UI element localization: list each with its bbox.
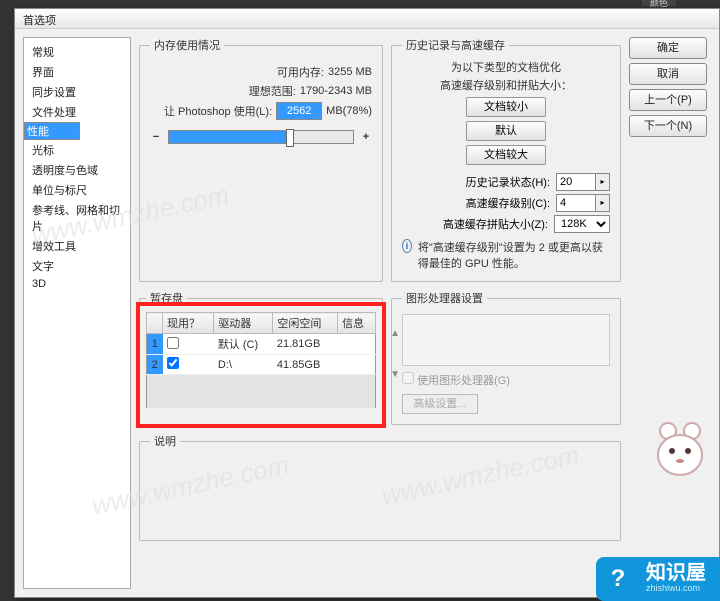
sidebar-item[interactable]: 同步设置 [24,82,130,102]
col-free: 空闲空间 [273,313,338,334]
desc-legend: 说明 [150,433,180,449]
prev-button[interactable]: 上一个(P) [629,89,707,111]
history-states-input[interactable] [556,173,596,191]
sidebar-item[interactable]: 界面 [24,62,130,82]
slider-handle[interactable] [286,129,294,147]
ideal-label: 理想范围: [249,83,296,99]
scratch-disk-group: 暂存盘 现用？ 驱动器 空闲空间 信息 1默认 (C)21.81GB2D:\41… [139,290,383,425]
history-states-label: 历史记录状态(H): [466,174,550,190]
sidebar-item[interactable]: 常规 [24,42,130,62]
ps-use-input[interactable]: 2562 [276,102,322,120]
doc-big-button[interactable]: 文档较大 [466,145,546,165]
col-active: 现用？ [163,313,214,334]
move-up-icon[interactable]: ▲ [390,328,400,339]
badge-icon: ? [596,557,640,601]
mascot-icon [648,417,712,481]
table-row[interactable]: 1默认 (C)21.81GB [147,334,376,355]
col-info: 信息 [338,313,376,334]
cancel-button[interactable]: 取消 [629,63,707,85]
stepper-icon[interactable]: ▸ [596,173,610,191]
cache-tile-label: 高速缓存拼贴大小(Z): [443,216,548,232]
sidebar-item[interactable]: 文件处理 [24,102,130,122]
gpu-info-box [402,314,610,366]
slider-minus[interactable]: − [150,131,162,143]
preferences-dialog: 首选项 常规界面同步设置文件处理性能光标透明度与色域单位与标尺参考线、网格和切片… [14,8,720,598]
site-badge: ? 知识屋zhishiwu.com [596,557,720,601]
cache-note: 将"高速缓存级别"设置为 2 或更高以获得最佳的 GPU 性能。 [418,239,610,271]
ok-button[interactable]: 确定 [629,37,707,59]
history-cache-group: 历史记录与高速缓存 为以下类型的文档优化 高速缓存级别和拼贴大小： 文档较小 默… [391,37,621,282]
sidebar-item[interactable]: 性能 [24,122,80,140]
category-sidebar: 常规界面同步设置文件处理性能光标透明度与色域单位与标尺参考线、网格和切片增效工具… [23,37,131,589]
use-gpu-checkbox [402,372,414,384]
sidebar-item[interactable]: 单位与标尺 [24,180,130,200]
doc-default-button[interactable]: 默认 [466,121,546,141]
sidebar-item[interactable]: 3D [24,276,130,292]
palette-tab[interactable]: 颜色 [642,0,676,6]
optimize-tip1: 为以下类型的文档优化 [402,61,610,75]
memory-slider[interactable] [168,130,354,144]
gpu-advanced-button: 高级设置... [402,394,478,414]
next-button[interactable]: 下一个(N) [629,115,707,137]
cache-levels-input[interactable] [556,194,596,212]
active-checkbox[interactable] [167,357,179,369]
slider-plus[interactable]: + [360,131,372,143]
active-checkbox[interactable] [167,337,179,349]
table-row[interactable]: 2D:\41.85GB [147,355,376,375]
sidebar-item[interactable]: 光标 [24,140,130,160]
col-drive: 驱动器 [214,313,273,334]
sidebar-item[interactable]: 文字 [24,256,130,276]
stepper-icon[interactable]: ▸ [596,194,610,212]
memory-usage-group: 内存使用情况 可用内存: 3255 MB 理想范围: 1790-2343 MB 让 … [139,37,383,282]
description-group: 说明 [139,433,621,541]
available-value: 3255 MB [328,66,372,78]
gpu-settings-group: 图形处理器设置 使用图形处理器(G) 高级设置... [391,290,621,425]
sidebar-item[interactable]: 增效工具 [24,236,130,256]
memory-legend: 内存使用情况 [150,37,224,53]
sidebar-item[interactable]: 参考线、网格和切片 [24,200,130,236]
available-label: 可用内存: [277,64,324,80]
doc-small-button[interactable]: 文档较小 [466,97,546,117]
ps-use-suffix: MB(78%) [326,105,372,117]
ideal-value: 1790-2343 MB [300,85,372,97]
scratch-legend: 暂存盘 [146,290,187,306]
badge-title: 知识屋 [646,563,706,583]
optimize-tip2: 高速缓存级别和拼贴大小： [402,79,610,93]
cache-levels-label: 高速缓存级别(C): [466,195,550,211]
move-down-icon[interactable]: ▼ [390,369,400,380]
sidebar-item[interactable]: 透明度与色域 [24,160,130,180]
cache-tile-select[interactable]: 128K [554,215,610,233]
use-gpu-label: 使用图形处理器(G) [417,375,510,387]
info-icon: i [402,239,412,253]
ps-use-label: 让 Photoshop 使用(L): [164,103,272,119]
dialog-title: 首选项 [15,9,719,29]
scratch-disk-table: 现用？ 驱动器 空闲空间 信息 1默认 (C)21.81GB2D:\41.85G… [146,312,376,409]
badge-sub: zhishiwu.com [646,583,706,593]
gpu-legend: 图形处理器设置 [402,290,487,306]
history-legend: 历史记录与高速缓存 [402,37,509,53]
